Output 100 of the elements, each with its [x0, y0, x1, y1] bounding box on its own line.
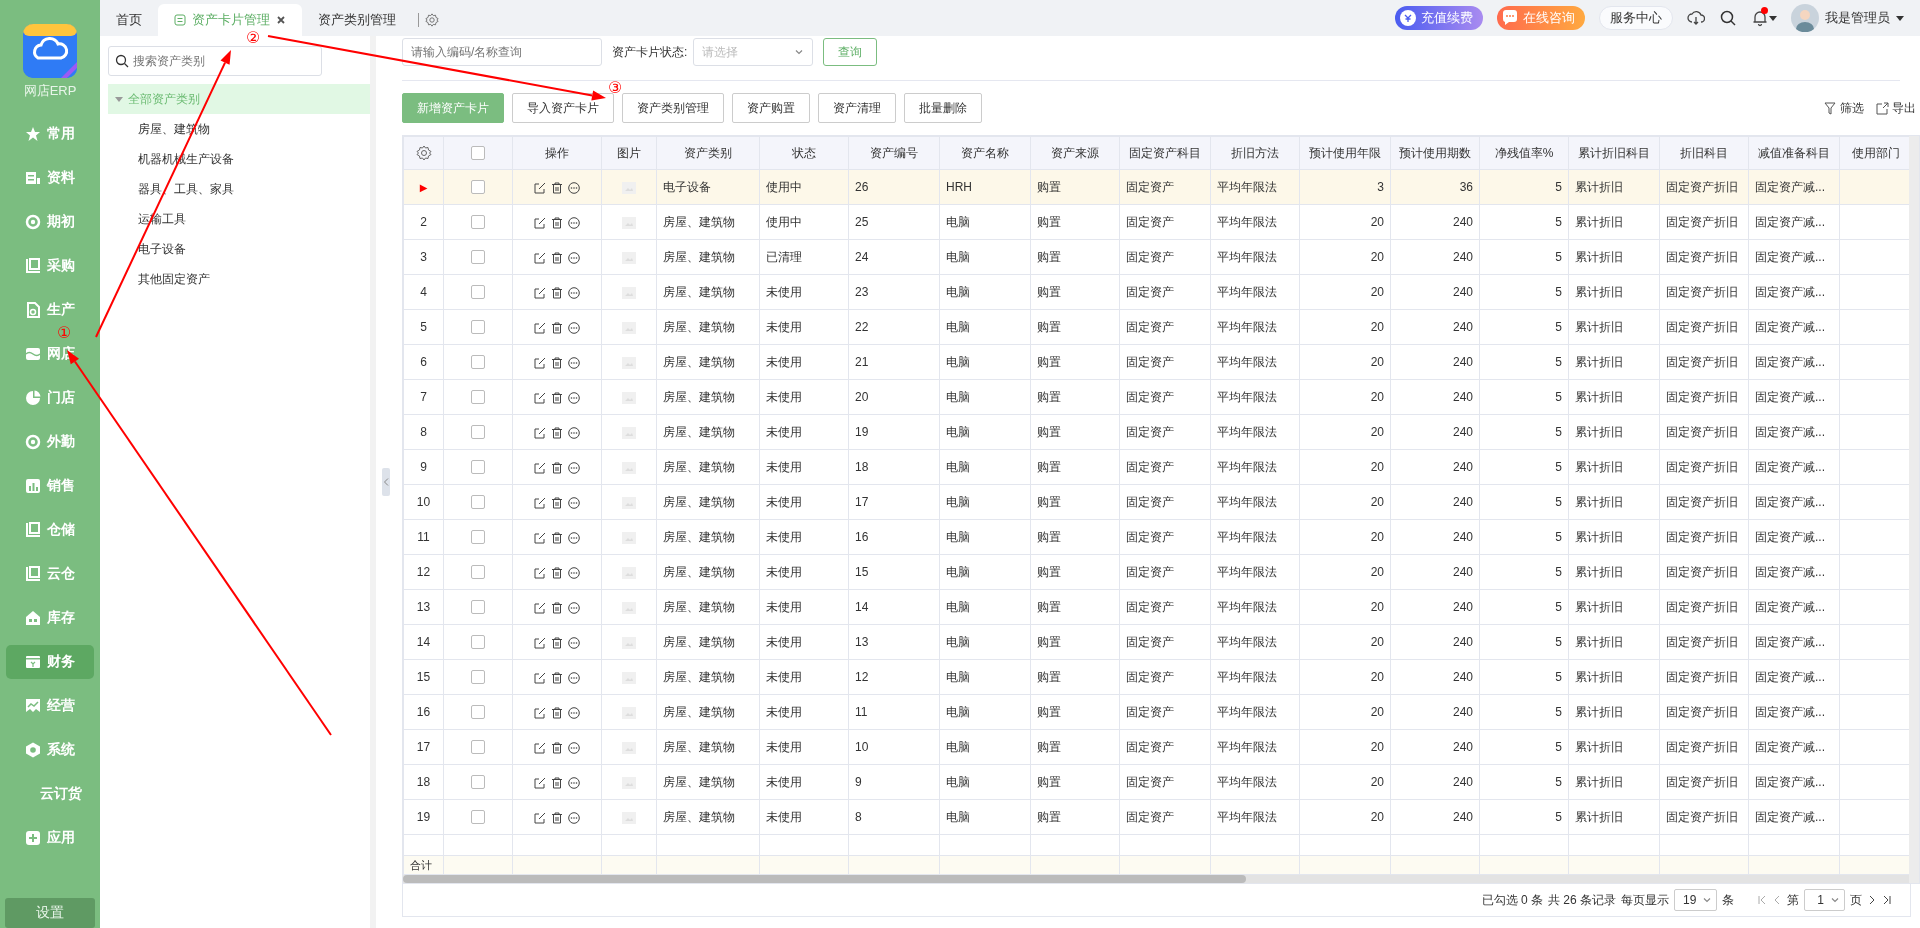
more-icon[interactable] — [568, 636, 580, 649]
trash-icon[interactable] — [551, 181, 563, 194]
trash-icon[interactable] — [551, 321, 563, 334]
more-icon[interactable] — [568, 426, 580, 439]
more-icon[interactable] — [568, 496, 580, 509]
trash-icon[interactable] — [551, 251, 563, 264]
tree-item[interactable]: 电子设备 — [108, 234, 370, 264]
sidebar-item[interactable]: 期初 — [6, 205, 94, 239]
checkbox[interactable] — [471, 390, 485, 405]
trash-icon[interactable] — [551, 286, 563, 299]
settings-button[interactable]: 设置 — [5, 898, 95, 928]
sidebar-item[interactable]: 云订货 — [6, 777, 94, 811]
trash-icon[interactable] — [551, 391, 563, 404]
sidebar-item[interactable]: 门店 — [6, 381, 94, 415]
more-icon[interactable] — [568, 216, 580, 229]
trash-icon[interactable] — [551, 426, 563, 439]
edit-icon[interactable] — [534, 531, 546, 544]
more-icon[interactable] — [568, 776, 580, 789]
more-icon[interactable] — [568, 741, 580, 754]
sidebar-item[interactable]: 资料 — [6, 161, 94, 195]
vertical-scrollbar[interactable] — [1909, 136, 1919, 883]
more-icon[interactable] — [568, 531, 580, 544]
edit-icon[interactable] — [534, 566, 546, 579]
edit-icon[interactable] — [534, 811, 546, 824]
filter-link[interactable]: 筛选 — [1824, 99, 1864, 117]
checkbox[interactable] — [471, 670, 485, 685]
checkbox[interactable] — [471, 705, 485, 720]
tab[interactable]: 首页 — [100, 4, 158, 36]
trash-icon[interactable] — [551, 566, 563, 579]
toolbar-button[interactable]: 新增资产卡片 — [402, 93, 504, 123]
edit-icon[interactable] — [534, 181, 546, 194]
horizontal-scrollbar[interactable] — [403, 875, 1909, 883]
more-icon[interactable] — [568, 706, 580, 719]
edit-icon[interactable] — [534, 286, 546, 299]
trash-icon[interactable] — [551, 216, 563, 229]
sidebar-item[interactable]: 应用 — [6, 821, 94, 855]
checkbox[interactable] — [471, 495, 485, 510]
toolbar-button[interactable]: 批量删除 — [904, 93, 982, 123]
edit-icon[interactable] — [534, 601, 546, 614]
sidebar-item[interactable]: 销售 — [6, 469, 94, 503]
checkbox[interactable] — [471, 460, 485, 475]
sidebar-item[interactable]: 库存 — [6, 601, 94, 635]
edit-icon[interactable] — [534, 321, 546, 334]
trash-icon[interactable] — [551, 706, 563, 719]
edit-icon[interactable] — [534, 461, 546, 474]
more-icon[interactable] — [568, 461, 580, 474]
edit-icon[interactable] — [534, 356, 546, 369]
checkbox[interactable] — [471, 775, 485, 790]
more-icon[interactable] — [568, 286, 580, 299]
checkbox[interactable] — [471, 320, 485, 335]
settings-icon[interactable] — [425, 13, 439, 27]
trash-icon[interactable] — [551, 531, 563, 544]
edit-icon[interactable] — [534, 426, 546, 439]
sidebar-item[interactable]: 系统 — [6, 733, 94, 767]
collapse-handle[interactable] — [382, 468, 390, 496]
sidebar-item[interactable]: 生产 — [6, 293, 94, 327]
checkbox[interactable] — [471, 355, 485, 370]
search-icon[interactable] — [1719, 9, 1737, 27]
sidebar-item[interactable]: 云仓 — [6, 557, 94, 591]
keyword-field[interactable]: 请输入编码/名称查询 — [402, 38, 602, 66]
sidebar-item[interactable]: 财务 — [6, 645, 94, 679]
more-icon[interactable] — [568, 391, 580, 404]
sidebar-item[interactable]: 常用 — [6, 117, 94, 151]
bell-icon[interactable] — [1751, 9, 1769, 27]
toolbar-button[interactable]: 资产清理 — [818, 93, 896, 123]
toolbar-button[interactable]: 导入资产卡片 — [512, 93, 614, 123]
tab[interactable]: 资产类别管理 — [302, 4, 412, 36]
trash-icon[interactable] — [551, 776, 563, 789]
trash-icon[interactable] — [551, 601, 563, 614]
sidebar-item[interactable]: 外勤 — [6, 425, 94, 459]
tree-item[interactable]: 全部资产类别 — [108, 84, 370, 114]
checkbox[interactable] — [471, 250, 485, 265]
more-icon[interactable] — [568, 321, 580, 334]
export-link[interactable]: 导出 — [1876, 99, 1916, 117]
recharge-button[interactable]: 充值续费 — [1395, 6, 1483, 30]
edit-icon[interactable] — [534, 706, 546, 719]
more-icon[interactable] — [568, 601, 580, 614]
tree-item[interactable]: 器具、工具、家具 — [108, 174, 370, 204]
status-select[interactable]: 请选择 — [693, 38, 814, 66]
settings-icon[interactable] — [415, 145, 432, 161]
edit-icon[interactable] — [534, 496, 546, 509]
edit-icon[interactable] — [534, 741, 546, 754]
checkbox[interactable] — [471, 530, 485, 545]
edit-icon[interactable] — [534, 251, 546, 264]
next-page-icon[interactable] — [1867, 895, 1877, 905]
query-button[interactable]: 查询 — [823, 38, 878, 66]
checkbox[interactable] — [471, 565, 485, 580]
last-page-icon[interactable] — [1882, 895, 1892, 905]
caret-icon[interactable] — [1896, 14, 1904, 22]
checkbox[interactable] — [471, 285, 485, 300]
service-center-button[interactable]: 服务中心 — [1599, 6, 1673, 30]
sidebar-item[interactable]: 采购 — [6, 249, 94, 283]
page-size-select[interactable]: 19 — [1673, 889, 1718, 911]
edit-icon[interactable] — [534, 391, 546, 404]
search-field[interactable]: 搜索资产类别 — [108, 46, 322, 76]
cloud-download-icon[interactable] — [1687, 9, 1705, 27]
trash-icon[interactable] — [551, 811, 563, 824]
close-icon[interactable] — [276, 15, 286, 25]
edit-icon[interactable] — [534, 216, 546, 229]
checkbox[interactable] — [471, 215, 485, 230]
